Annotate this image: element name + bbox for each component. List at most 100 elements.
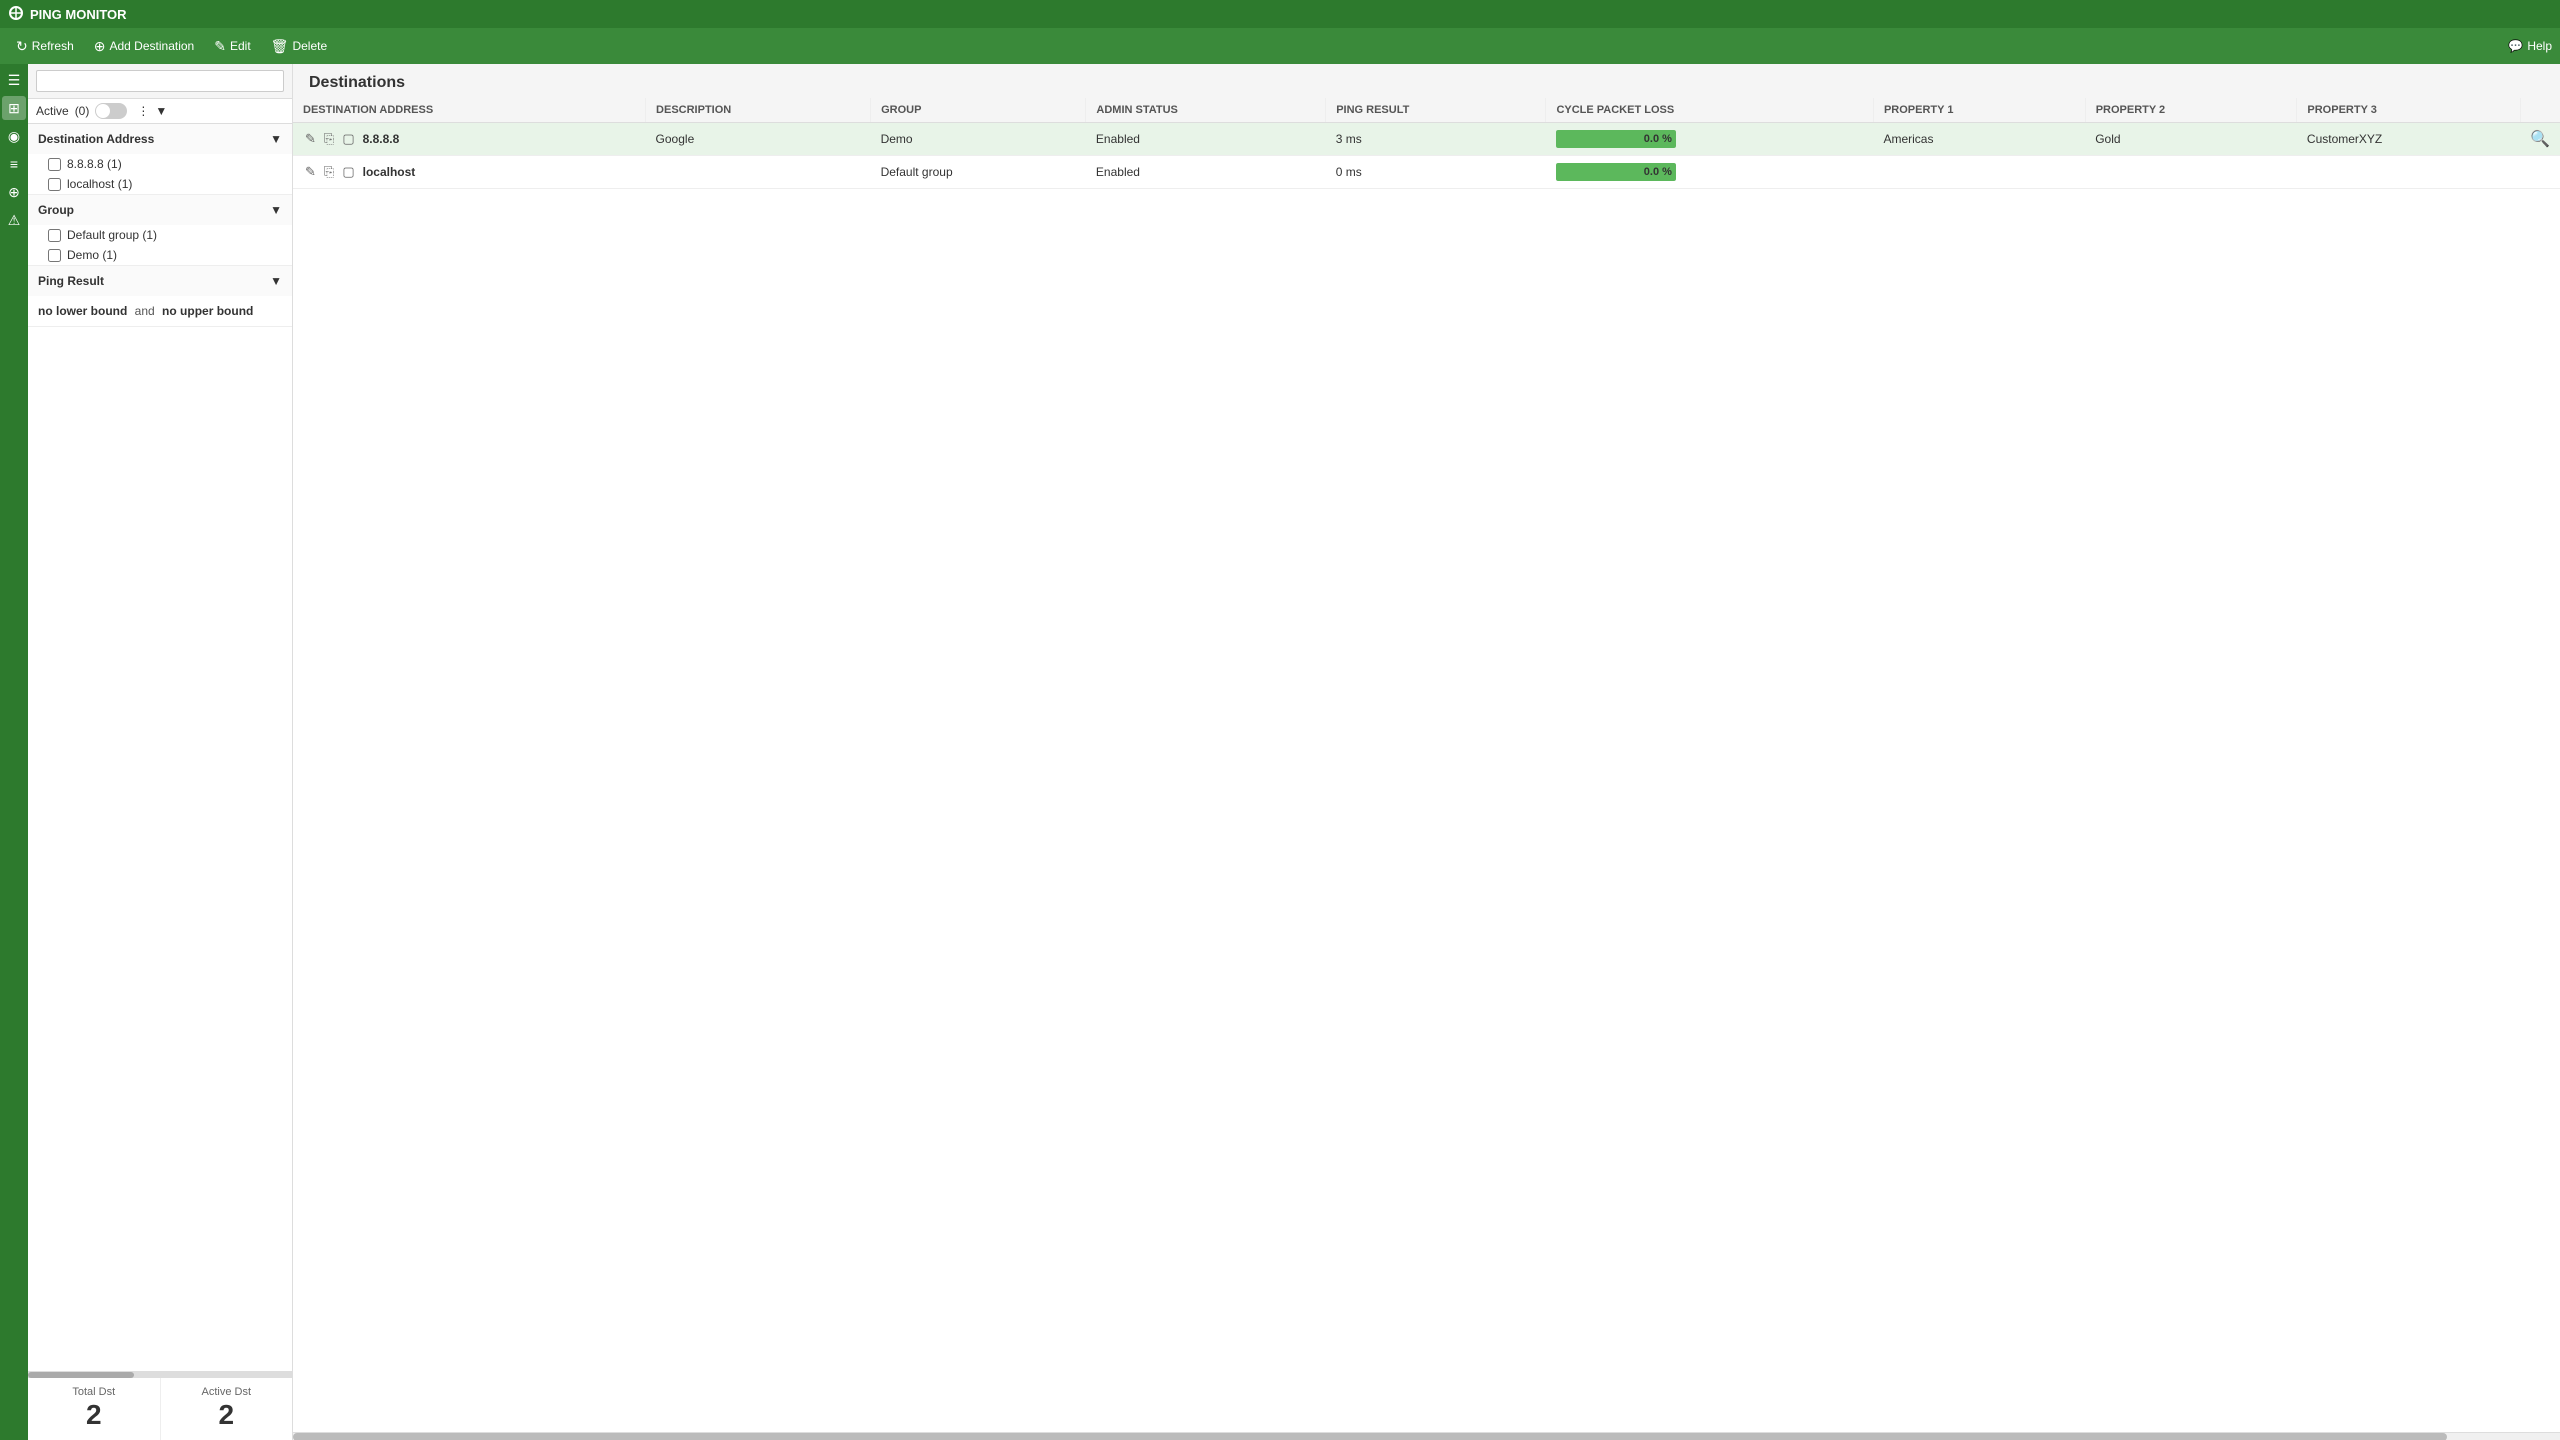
sidebar-icons: ☰ ⊞ ◉ ≡ ⊕ ⚠	[0, 64, 28, 1440]
cell-description: Google	[646, 123, 871, 156]
delete-row-btn-0[interactable]: ▢	[340, 129, 356, 149]
sidebar-alert-icon[interactable]: ⚠	[2, 208, 26, 232]
filter-bottom: Total Dst 2 Active Dst 2	[28, 1371, 292, 1440]
group-checkbox-demo[interactable]	[48, 249, 61, 262]
destination-item-localhost[interactable]: localhost (1)	[28, 174, 292, 194]
cell-search	[2520, 156, 2560, 189]
table: DESTINATION ADDRESS DESCRIPTION GROUP AD…	[293, 98, 2560, 189]
group-header[interactable]: Group ▼	[28, 195, 292, 225]
filter-search-input[interactable]	[36, 70, 284, 92]
destination-address-items: 8.8.8.8 (1) localhost (1)	[28, 154, 292, 194]
group-collapse-icon: ▼	[270, 203, 282, 217]
active-label: Active	[36, 104, 69, 118]
cell-address: ✎ ⎘ ▢ 8.8.8.8	[293, 123, 646, 156]
edit-button[interactable]: ✎ Edit	[206, 34, 258, 59]
app-title: PING MONITOR	[30, 7, 127, 22]
col-cycle-packet-loss[interactable]: CYCLE PACKET LOSS	[1546, 98, 1874, 123]
cell-group: Demo	[871, 123, 1086, 156]
row-search-icon[interactable]: 🔍	[2530, 131, 2550, 148]
ping-result-content: no lower bound and no upper bound	[28, 296, 292, 326]
ping-result-collapse-icon: ▼	[270, 274, 282, 288]
sidebar-home-icon[interactable]: ⊞	[2, 96, 26, 120]
help-button[interactable]: 💬 Help	[2508, 39, 2552, 53]
horizontal-scrollbar[interactable]	[293, 1432, 2560, 1440]
copy-row-btn-0[interactable]: ⎘	[322, 129, 336, 149]
destination-checkbox-localhost[interactable]	[48, 178, 61, 191]
table-body: ✎ ⎘ ▢ 8.8.8.8 Google Demo Enabled 3 ms 0…	[293, 123, 2560, 189]
sidebar-chart-icon[interactable]: ≡	[2, 152, 26, 176]
delete-icon: 🗑	[271, 38, 289, 55]
active-dst-box: Active Dst 2	[161, 1378, 293, 1440]
destinations-table: DESTINATION ADDRESS DESCRIPTION GROUP AD…	[293, 98, 2560, 1432]
destination-item-8888[interactable]: 8.8.8.8 (1)	[28, 154, 292, 174]
group-item-demo[interactable]: Demo (1)	[28, 245, 292, 265]
col-property3[interactable]: PROPERTY 3	[2297, 98, 2520, 123]
destination-address-header[interactable]: Destination Address ▼	[28, 124, 292, 154]
filter-expand-icon[interactable]: ▼	[155, 104, 167, 118]
ping-result-section: Ping Result ▼ no lower bound and no uppe…	[28, 266, 292, 327]
group-section: Group ▼ Default group (1) Demo (1)	[28, 195, 292, 266]
filter-scrollbar[interactable]	[28, 1372, 292, 1378]
total-dst-box: Total Dst 2	[28, 1378, 161, 1440]
edit-icon: ✎	[214, 38, 226, 55]
cell-property1: Americas	[1873, 123, 2085, 156]
active-toggle[interactable]	[95, 103, 127, 119]
sidebar-menu-icon[interactable]: ☰	[2, 68, 26, 92]
table-row[interactable]: ✎ ⎘ ▢ 8.8.8.8 Google Demo Enabled 3 ms 0…	[293, 123, 2560, 156]
col-ping-result[interactable]: PING RESULT	[1326, 98, 1546, 123]
edit-row-btn-1[interactable]: ✎	[303, 162, 318, 182]
cell-admin-status: Enabled	[1086, 156, 1326, 189]
row-actions-0: ✎ ⎘ ▢	[303, 129, 357, 149]
table-header-row: DESTINATION ADDRESS DESCRIPTION GROUP AD…	[293, 98, 2560, 123]
destination-checkbox-8888[interactable]	[48, 158, 61, 171]
refresh-icon: ↻	[16, 38, 28, 55]
cell-search: 🔍	[2520, 123, 2560, 156]
col-destination-address[interactable]: DESTINATION ADDRESS	[293, 98, 646, 123]
delete-row-btn-1[interactable]: ▢	[340, 162, 356, 182]
sidebar-network-icon[interactable]: ⊕	[2, 180, 26, 204]
ping-result-header[interactable]: Ping Result ▼	[28, 266, 292, 296]
cell-admin-status: Enabled	[1086, 123, 1326, 156]
delete-button[interactable]: 🗑 Delete	[263, 34, 335, 59]
cell-cycle-packet-loss: 0.0 %	[1546, 123, 1874, 156]
cell-property3	[2297, 156, 2520, 189]
col-description[interactable]: DESCRIPTION	[646, 98, 871, 123]
sidebar-monitor-icon[interactable]: ◉	[2, 124, 26, 148]
edit-row-btn-0[interactable]: ✎	[303, 129, 318, 149]
col-property1[interactable]: PROPERTY 1	[1873, 98, 2085, 123]
table-row[interactable]: ✎ ⎘ ▢ localhost Default group Enabled 0 …	[293, 156, 2560, 189]
cell-group: Default group	[871, 156, 1086, 189]
cell-cycle-packet-loss: 0.0 %	[1546, 156, 1874, 189]
filter-options-icon[interactable]: ⋮	[137, 104, 149, 118]
main-content: Destinations DESTINATION ADDRESS DESCRIP…	[293, 64, 2560, 1440]
active-filter-bar: Active (0) ⋮ ▼	[28, 99, 292, 124]
group-checkbox-default[interactable]	[48, 229, 61, 242]
add-destination-button[interactable]: ⊕ Add Destination	[86, 34, 202, 59]
help-icon: 💬	[2508, 39, 2523, 53]
refresh-button[interactable]: ↻ Refresh	[8, 34, 82, 59]
stats-row: Total Dst 2 Active Dst 2	[28, 1378, 292, 1440]
filter-search-bar	[28, 64, 292, 99]
toolbar: ↻ Refresh ⊕ Add Destination ✎ Edit 🗑 Del…	[0, 28, 2560, 64]
col-property2[interactable]: PROPERTY 2	[2085, 98, 2297, 123]
cell-ping-result: 0 ms	[1326, 156, 1546, 189]
active-count: (0)	[75, 104, 90, 118]
col-admin-status[interactable]: ADMIN STATUS	[1086, 98, 1326, 123]
cell-ping-result: 3 ms	[1326, 123, 1546, 156]
cell-address: ✎ ⎘ ▢ localhost	[293, 156, 646, 189]
destination-address-section: Destination Address ▼ 8.8.8.8 (1) localh…	[28, 124, 292, 195]
col-group[interactable]: GROUP	[871, 98, 1086, 123]
main-layout: ☰ ⊞ ◉ ≡ ⊕ ⚠ Active (0) ⋮ ▼ Destination A…	[0, 64, 2560, 1440]
copy-row-btn-1[interactable]: ⎘	[322, 162, 336, 182]
filter-panel: Active (0) ⋮ ▼ Destination Address ▼ 8.8…	[28, 64, 293, 1440]
cell-property2: Gold	[2085, 123, 2297, 156]
row-actions-1: ✎ ⎘ ▢	[303, 162, 357, 182]
group-item-default[interactable]: Default group (1)	[28, 225, 292, 245]
cell-property1	[1873, 156, 2085, 189]
col-actions	[2520, 98, 2560, 123]
page-title: Destinations	[293, 64, 2560, 98]
group-items: Default group (1) Demo (1)	[28, 225, 292, 265]
add-icon: ⊕	[94, 38, 106, 55]
title-bar: PING MONITOR	[0, 0, 2560, 28]
cell-description	[646, 156, 871, 189]
